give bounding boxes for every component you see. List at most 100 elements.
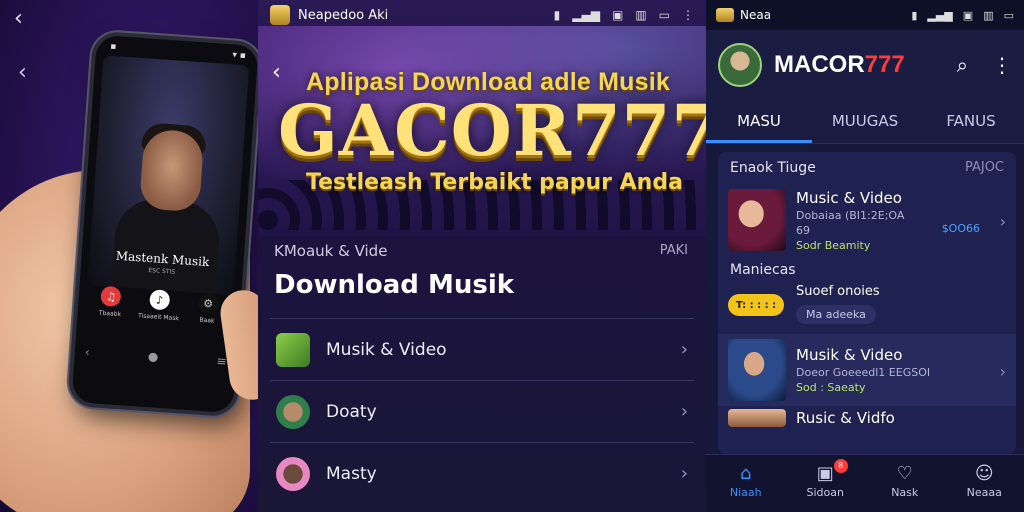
- header-actions: ⌕ ⋮: [957, 53, 1012, 77]
- cast-icon: ▭: [658, 8, 670, 22]
- nav-sidoan[interactable]: 8 ▣ Sidoan: [786, 455, 866, 512]
- app-icon: [270, 5, 290, 25]
- item-thumbnail: [728, 189, 786, 251]
- page-title: Download Musik: [274, 270, 515, 300]
- inbox-icon: ▣: [816, 463, 834, 484]
- item-title: Music & Video: [796, 188, 902, 207]
- item-sub: Doeor Goeeedl1 EEGSOI: [796, 366, 931, 379]
- right-panel: Neaa ▮ ▂▄▆ ▣ ▥ ▭ MACOR777 ⌕ ⋮ MASU MUUGA…: [706, 0, 1024, 512]
- promo-pill: T: : : : :: [728, 294, 784, 316]
- back-icon[interactable]: ‹: [272, 60, 281, 85]
- item-text: Musik & Video Doeor Goeeedl1 EEGSOI Sod …: [796, 346, 930, 394]
- promo-text: Suoef onoies Ma adeeka: [796, 284, 880, 324]
- nav-home[interactable]: ⌂ Niaah: [706, 455, 786, 512]
- item-thumbnail: [728, 409, 786, 427]
- chevron-right-icon: ›: [999, 212, 1006, 231]
- app-title: Neapedoo Aki: [298, 7, 389, 23]
- nav-label: Niaah: [729, 486, 762, 499]
- card-title: Enaok Tiuge: [730, 160, 816, 176]
- tagline: Testleash Terbaikt papur Anda: [306, 170, 683, 195]
- item-label: Musik & Video: [326, 339, 447, 360]
- middle-panel: Neapedoo Aki ▮ ▂▄▆ ▣ ▥ ▭ ⋮ ‹ Aplipasi Do…: [258, 0, 706, 512]
- list-item[interactable]: Music & Video Dobaiaa (BI1:2E;OA 69 Sodr…: [718, 184, 1016, 256]
- promo-title: Suoef onoies: [796, 284, 880, 299]
- phone-screen: Mastenk Musik ESC STIS: [87, 55, 250, 295]
- phone-nav-bar: ‹ ● ≡: [84, 345, 227, 369]
- phone-icon-label: Baak: [199, 316, 215, 325]
- item-title: Rusic & Vidfo: [796, 409, 895, 427]
- wifi-icon: ▥: [635, 8, 647, 22]
- phone-icon-music-red[interactable]: ♫ Tbaabk: [89, 285, 133, 319]
- status-icons: ▮ ▂▄▆ ▣ ▥ ▭ ⋮: [554, 8, 694, 22]
- cast-icon: ▭: [1003, 8, 1014, 22]
- list-item[interactable]: Masty ›: [270, 442, 694, 504]
- promo-chip[interactable]: Ma adeeka: [796, 305, 876, 324]
- tab-masu[interactable]: MASU: [706, 100, 812, 143]
- list-item[interactable]: Musik & Video Doeor Goeeedl1 EEGSOI Sod …: [718, 334, 1016, 406]
- promo-row[interactable]: T: : : : : Suoef onoies Ma adeeka: [718, 284, 1016, 334]
- more-vertical-icon[interactable]: ⋮: [992, 53, 1012, 77]
- brand-name-white: MACOR: [774, 51, 865, 78]
- phone-icon-label: Tisaaeit Mask: [137, 312, 180, 323]
- app-title: Neaa: [740, 8, 772, 22]
- tab-fanus[interactable]: FANUS: [918, 100, 1024, 143]
- signal-icon: ▂▄▆: [572, 8, 600, 22]
- brand-name-red: 777: [864, 51, 905, 78]
- notification-badge: 8: [833, 459, 848, 473]
- status-icons: ▮ ▂▄▆ ▣ ▥ ▭: [911, 9, 1014, 22]
- more-vertical-icon[interactable]: ⋮: [682, 8, 694, 22]
- chevron-right-icon: ›: [680, 401, 688, 422]
- music-white-icon: ♪: [149, 289, 171, 311]
- phone-icon-label: Tbaabk: [98, 309, 122, 319]
- home-icon: ⌂: [740, 463, 752, 484]
- item-green-text: Sod : Saeaty: [796, 381, 866, 394]
- section-action[interactable]: PAKI: [660, 243, 688, 258]
- list-item[interactable]: Musik & Video ›: [270, 318, 694, 380]
- item-thumbnail: [276, 394, 310, 429]
- phone-icon-music-white[interactable]: ♪ Tisaaeit Mask: [137, 288, 181, 322]
- item-thumbnail: [728, 339, 786, 401]
- subheading: Maniecas: [730, 262, 796, 278]
- phone-home-icon[interactable]: ●: [147, 349, 158, 364]
- artist-photo: [139, 128, 205, 213]
- phone-back-icon[interactable]: ‹: [84, 345, 90, 359]
- content-card: Enaok Tiuge PAJOC Music & Video Dobaiaa …: [718, 152, 1016, 454]
- app-notif-icon: ▣: [962, 8, 974, 22]
- list-item[interactable]: Rusic & Vidfo: [718, 406, 1016, 430]
- battery-icon: ▮: [911, 8, 918, 22]
- nav-profile[interactable]: ☺ Neaaa: [945, 455, 1024, 512]
- list-item[interactable]: Doaty ›: [270, 380, 694, 442]
- item-thumbnail: [276, 456, 310, 491]
- item-sub: 69: [796, 223, 810, 237]
- user-icon: ☺: [974, 463, 994, 484]
- status-bar: Neapedoo Aki ▮ ▂▄▆ ▣ ▥ ▭ ⋮: [258, 0, 706, 30]
- artist-jacket: [111, 196, 222, 294]
- search-icon[interactable]: ⌕: [957, 53, 968, 77]
- nav-nask[interactable]: ♡ Nask: [865, 455, 945, 512]
- item-sub: Dobaiaa (BI1:2E;OA: [796, 208, 905, 222]
- download-list: Musik & Video › Doaty › Masty ›: [270, 318, 694, 504]
- left-panel: ‹ ‹ ▪ ▾ ▪ Mastenk Musik ESC STIS ♫ Tbaabk…: [0, 0, 258, 512]
- item-thumbnail: [276, 332, 310, 367]
- heart-icon: ♡: [896, 463, 913, 484]
- card-action[interactable]: PAJOC: [965, 160, 1004, 176]
- item-text: Music & Video Dobaiaa (BI1:2E;OA 69 Sodr…: [796, 189, 904, 252]
- avatar[interactable]: [718, 43, 762, 87]
- chevron-right-icon: ›: [680, 339, 688, 360]
- tab-muugas[interactable]: MUUGAS: [812, 100, 918, 143]
- item-price: $OO66: [941, 222, 980, 235]
- section-label: KMoauk & Vide: [274, 242, 388, 260]
- status-bar: Neaa ▮ ▂▄▆ ▣ ▥ ▭: [706, 0, 1024, 30]
- wifi-icon: ▥: [983, 8, 994, 22]
- gear-icon: ⚙: [197, 292, 219, 314]
- signal-icon: ▂▄▆: [927, 8, 953, 22]
- app-notif-icon: ▣: [611, 8, 624, 22]
- app-icon: [716, 8, 734, 22]
- bottom-nav: ⌂ Niaah 8 ▣ Sidoan ♡ Nask ☺ Neaaa: [706, 454, 1024, 512]
- brand-logo: GACOR777: [278, 89, 706, 172]
- back-icon[interactable]: ‹: [14, 6, 23, 31]
- brand-name: MACOR777: [774, 51, 905, 79]
- app-header: MACOR777 ⌕ ⋮: [706, 30, 1024, 100]
- card-header: Enaok Tiuge PAJOC: [718, 152, 1016, 184]
- back-arrow-icon[interactable]: ‹: [18, 60, 27, 85]
